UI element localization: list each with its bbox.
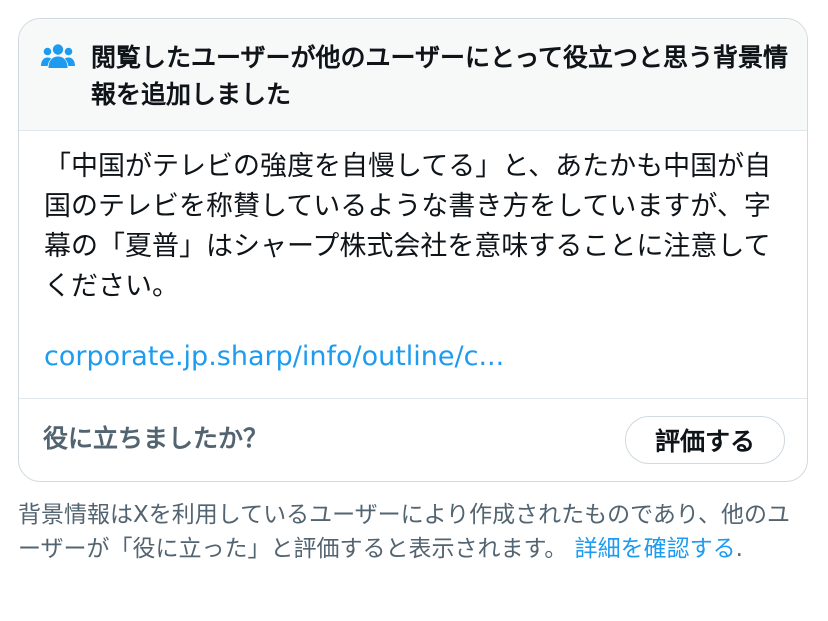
note-footer: 役に立ちましたか？ 評価する <box>19 399 807 481</box>
note-header-title: 閲覧したユーザーが他のユーザーにとって役立つと思う背景情報を追加しました <box>91 43 789 109</box>
disclaimer-suffix: . <box>735 536 743 562</box>
helpful-question: 役に立ちましたか？ <box>43 424 269 453</box>
community-note-card: 閲覧したユーザーが他のユーザーにとって役立つと思う背景情報を追加しました 「中国… <box>18 18 808 482</box>
note-body: 「中国がテレビの強度を自慢してる」と、あたかも中国が自国のテレビを称賛しているよ… <box>19 131 807 399</box>
note-disclaimer: 背景情報はXを利用しているユーザーにより作成されたものであり、他のユーザーが「役… <box>18 498 808 566</box>
source-link[interactable]: corporate.jp.sharp/info/outline/c... <box>44 337 504 377</box>
note-header: 閲覧したユーザーが他のユーザーにとって役立つと思う背景情報を追加しました <box>19 19 807 131</box>
people-group-icon <box>41 43 75 69</box>
rate-button[interactable]: 評価する <box>625 416 785 464</box>
learn-more-link[interactable]: 詳細を確認する <box>575 536 736 562</box>
note-text: 「中国がテレビの強度を自慢してる」と、あたかも中国が自国のテレビを称賛しているよ… <box>44 151 772 302</box>
